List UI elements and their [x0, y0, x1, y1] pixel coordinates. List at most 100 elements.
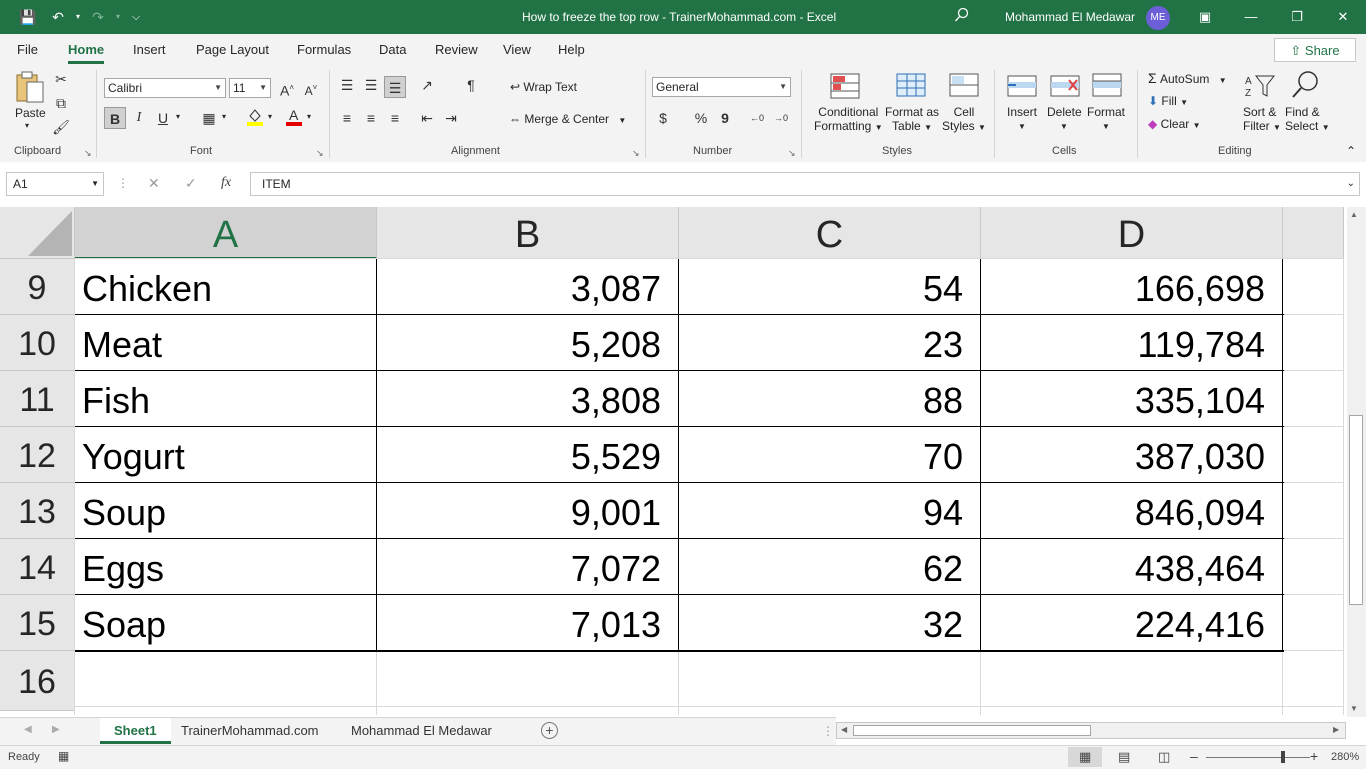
cell-d-14[interactable]: 438,464: [981, 539, 1283, 595]
column-header-b[interactable]: B: [377, 207, 679, 259]
cell-d-9[interactable]: 166,698: [981, 259, 1283, 315]
customize-qat-icon[interactable]: ⌵: [126, 7, 146, 27]
orientation-icon[interactable]: ↗: [416, 74, 438, 96]
restore-button[interactable]: ❐: [1274, 0, 1320, 34]
zoom-level[interactable]: 280%: [1331, 751, 1359, 763]
undo-dropdown-icon[interactable]: ▾: [68, 7, 88, 27]
minimize-button[interactable]: —: [1228, 0, 1274, 34]
collapse-ribbon-icon[interactable]: ⌃: [1346, 144, 1356, 158]
scroll-right-icon[interactable]: ▶: [1333, 725, 1339, 734]
sheet-tab-sheet1[interactable]: Sheet1: [100, 718, 171, 744]
horizontal-scrollbar[interactable]: ◀ ▶: [836, 722, 1346, 739]
zoom-slider-handle[interactable]: [1281, 751, 1285, 763]
close-button[interactable]: ✕: [1320, 0, 1366, 34]
save-icon[interactable]: 💾: [18, 7, 38, 27]
cell-b-11[interactable]: 3,808: [377, 371, 679, 427]
format-as-table-button[interactable]: Format as Table ▼: [885, 105, 939, 133]
row-header[interactable]: 11: [0, 371, 75, 427]
horizontal-scroll-thumb[interactable]: [853, 725, 1091, 736]
tab-help[interactable]: Help: [558, 42, 585, 57]
cell-e-16[interactable]: [1283, 651, 1344, 711]
decrease-font-size-icon[interactable]: A˅: [300, 77, 322, 99]
cell-c-10[interactable]: 23: [679, 315, 981, 371]
cell-b-16[interactable]: [377, 651, 679, 711]
ribbon-display-options-icon[interactable]: ▣: [1182, 0, 1228, 34]
cell-c-11[interactable]: 88: [679, 371, 981, 427]
tab-review[interactable]: Review: [435, 42, 478, 57]
format-painter-icon[interactable]: 🖌: [50, 116, 72, 138]
cell-d-15[interactable]: 224,416: [981, 595, 1283, 651]
column-header-c[interactable]: C: [679, 207, 981, 259]
percent-button[interactable]: %: [690, 107, 712, 129]
scroll-up-icon[interactable]: ▲: [1350, 210, 1358, 219]
number-launcher-icon[interactable]: ↘: [788, 148, 796, 159]
cell-c-9[interactable]: 54: [679, 259, 981, 315]
underline-dropdown-icon[interactable]: ▾: [176, 112, 180, 121]
column-header-e[interactable]: [1283, 207, 1344, 259]
find-select-button[interactable]: Find & Select ▼: [1285, 105, 1330, 133]
cell-c-15[interactable]: 32: [679, 595, 981, 651]
next-sheet-icon[interactable]: ▶: [52, 724, 60, 735]
sheet-tab-mohammad-el-medawar[interactable]: Mohammad El Medawar: [337, 718, 506, 744]
tab-view[interactable]: View: [503, 42, 531, 57]
scroll-down-icon[interactable]: ▼: [1350, 704, 1358, 713]
row-header[interactable]: 9: [0, 259, 75, 315]
fill-color-dropdown-icon[interactable]: ▾: [268, 112, 272, 121]
row-header[interactable]: 12: [0, 427, 75, 483]
merge-center-button[interactable]: ⇔ Merge & Center ▼: [509, 112, 626, 126]
normal-view-button[interactable]: ▦: [1068, 747, 1102, 767]
row-header[interactable]: 10: [0, 315, 75, 371]
decrease-indent-icon[interactable]: ⇤: [416, 107, 438, 129]
chevron-down-icon[interactable]: ▼: [1060, 122, 1068, 131]
formula-input[interactable]: ITEM ⌄: [250, 172, 1360, 196]
cell-e-10[interactable]: [1283, 315, 1344, 371]
search-icon[interactable]: [952, 7, 972, 27]
accessibility-icon[interactable]: ▦: [58, 749, 69, 763]
font-size-select[interactable]: 11 ▼: [229, 78, 271, 98]
currency-button[interactable]: $: [652, 107, 674, 129]
cell-c-12[interactable]: 70: [679, 427, 981, 483]
borders-dropdown-icon[interactable]: ▾: [222, 112, 226, 121]
share-button[interactable]: ⇧ Share: [1274, 38, 1356, 62]
cell-d-12[interactable]: 387,030: [981, 427, 1283, 483]
format-cells-button[interactable]: Format: [1087, 105, 1125, 119]
cell-c-16[interactable]: [679, 651, 981, 711]
tab-data[interactable]: Data: [379, 42, 406, 57]
increase-decimal-icon[interactable]: ←0: [746, 107, 768, 129]
cancel-icon[interactable]: ✕: [148, 175, 160, 192]
zoom-in-button[interactable]: +: [1310, 748, 1318, 764]
cell-a-15[interactable]: Soap: [75, 595, 377, 651]
page-layout-view-icon[interactable]: ▤: [1118, 749, 1130, 765]
cell-c-14[interactable]: 62: [679, 539, 981, 595]
paste-button[interactable]: Paste: [15, 106, 46, 120]
underline-button[interactable]: U: [152, 107, 174, 129]
cell-a-12[interactable]: Yogurt: [75, 427, 377, 483]
cell-b-15[interactable]: 7,013: [377, 595, 679, 651]
fill-button[interactable]: ⬇ Fill ▼: [1148, 94, 1188, 108]
cell-e-14[interactable]: [1283, 539, 1344, 595]
enter-icon[interactable]: ✓: [185, 175, 197, 192]
font-color-icon[interactable]: A: [283, 107, 305, 129]
avatar[interactable]: ME: [1146, 6, 1170, 30]
comma-style-button[interactable]: 9: [714, 107, 736, 129]
cell-a-10[interactable]: Meat: [75, 315, 377, 371]
row-header[interactable]: 14: [0, 539, 75, 595]
column-header-d[interactable]: D: [981, 207, 1283, 259]
cell-d-16[interactable]: [981, 651, 1283, 711]
text-direction-icon[interactable]: ¶: [460, 74, 482, 96]
sort-filter-button[interactable]: Sort & Filter ▼: [1243, 105, 1281, 133]
number-format-select[interactable]: General ▼: [652, 77, 791, 97]
bold-button[interactable]: B: [104, 107, 126, 129]
align-center-icon[interactable]: ≡: [360, 107, 382, 129]
cell-e-12[interactable]: [1283, 427, 1344, 483]
row-header[interactable]: 15: [0, 595, 75, 651]
borders-icon[interactable]: ▦: [198, 107, 220, 129]
cell-d-13[interactable]: 846,094: [981, 483, 1283, 539]
align-left-icon[interactable]: ≡: [336, 107, 358, 129]
cell-b-10[interactable]: 5,208: [377, 315, 679, 371]
previous-sheet-icon[interactable]: ◀: [24, 724, 32, 735]
cell-b-12[interactable]: 5,529: [377, 427, 679, 483]
cell-d-11[interactable]: 335,104: [981, 371, 1283, 427]
new-sheet-icon[interactable]: +: [541, 722, 558, 739]
row-header[interactable]: 13: [0, 483, 75, 539]
